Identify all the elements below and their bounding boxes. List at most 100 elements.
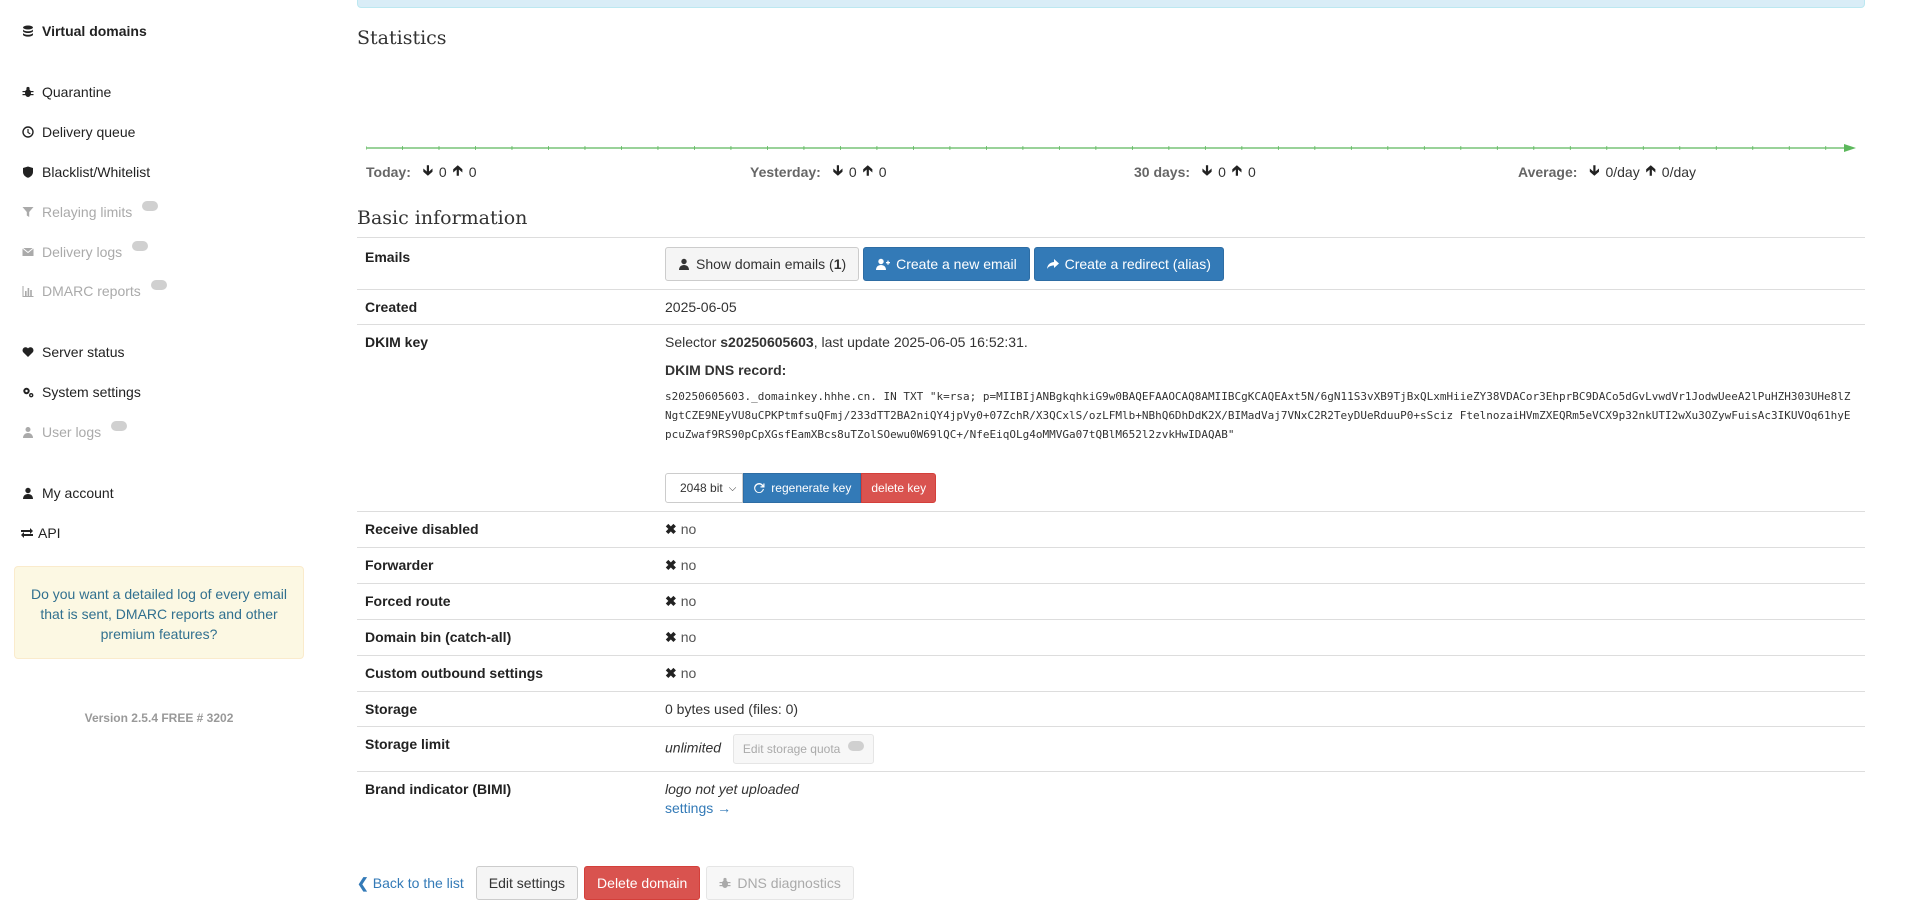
stat-average: Average: 🡳 0/day 🡱 0/day [1518, 160, 1696, 184]
stat-in: 0 [1218, 164, 1226, 180]
sidebar-item-label: API [38, 525, 61, 541]
row-value: ✖ no [657, 619, 1865, 656]
premium-promo[interactable]: Do you want a detailed log of every emai… [14, 566, 304, 659]
row-value: logo not yet uploaded settings → [657, 771, 1865, 825]
sidebar-item-blacklist-whitelist[interactable]: Blacklist/Whitelist [22, 164, 150, 180]
delete-domain-button[interactable]: Delete domain [584, 866, 701, 900]
button-label: Delete domain [597, 875, 688, 891]
sidebar-item-user-logs[interactable]: User logs [22, 421, 128, 440]
button-label: DNS diagnostics [737, 875, 841, 891]
heartbeat-icon [22, 346, 34, 358]
user-secret-icon [22, 426, 34, 438]
sidebar-item-label: Delivery logs [42, 244, 123, 260]
sidebar-item-server-status[interactable]: Server status [22, 344, 124, 360]
row-label: Storage [357, 691, 657, 727]
row-label: Forwarder [357, 547, 657, 584]
basic-info-title: Basic information [357, 207, 528, 229]
no-text: no [680, 629, 697, 645]
email-count: 1 [833, 256, 842, 272]
back-to-list-link[interactable]: ❮ Back to the list [357, 875, 464, 892]
key-size-value: 2048 bit [680, 481, 723, 495]
bimi-settings-link[interactable]: settings → [665, 800, 731, 816]
no-text: no [680, 521, 697, 537]
sidebar-item-api[interactable]: API [20, 525, 61, 541]
stat-label: Average: [1518, 164, 1578, 180]
sidebar-item-my-account[interactable]: My account [22, 485, 114, 501]
database-icon [22, 25, 34, 37]
no-text: no [680, 665, 697, 681]
clock-icon [22, 126, 34, 138]
dns-diagnostics-button[interactable]: DNS diagnostics [706, 866, 854, 900]
arrow-up-icon: 🡱 [452, 162, 463, 178]
dkim-dns-record: s20250605603._domainkey.hhhe.cn. IN TXT … [665, 390, 1851, 441]
table-row: DKIM key Selector s20250605603, last upd… [357, 324, 1865, 512]
exchange-icon [20, 527, 34, 539]
dkim-dns-record-label: DKIM DNS record: [665, 362, 787, 378]
sidebar-item-label: User logs [42, 424, 102, 440]
sidebar-item-label: Server status [42, 344, 125, 360]
create-email-button[interactable]: Create a new email [863, 247, 1030, 281]
user-icon [22, 487, 34, 499]
delete-key-button[interactable]: delete key [861, 473, 937, 503]
stat-label: Today: [366, 164, 411, 180]
comment-icon [142, 201, 159, 211]
selector-prefix: Selector [665, 334, 721, 350]
envelope-icon [22, 246, 34, 258]
sidebar-item-quarantine[interactable]: Quarantine [22, 84, 111, 100]
sidebar-item-label: Virtual domains [42, 23, 147, 39]
row-value: ✖ no [657, 511, 1865, 548]
close-icon: ✖ [665, 557, 677, 573]
refresh-icon [754, 483, 765, 493]
sidebar-item-label: System settings [42, 384, 141, 400]
row-label: Emails [357, 237, 657, 290]
stat-out: 0 [1247, 164, 1256, 180]
sidebar-item-delivery-queue[interactable]: Delivery queue [22, 124, 135, 140]
stat-in: 0/day [1605, 164, 1640, 180]
row-value: Show domain emails (1) Create a new emai… [657, 237, 1865, 290]
sidebar-item-virtual-domains[interactable]: Virtual domains [22, 23, 147, 39]
sidebar-item-system-settings[interactable]: System settings [22, 384, 141, 400]
button-label: Create a new email [896, 256, 1017, 272]
statistics-chart [366, 144, 1856, 152]
stat-out: 0 [468, 164, 477, 180]
arrow-up-icon: 🡱 [1231, 162, 1242, 178]
table-row: Forced route ✖ no [357, 583, 1865, 620]
comment-icon [150, 280, 167, 290]
button-label: delete key [871, 481, 927, 495]
table-row: Forwarder ✖ no [357, 547, 1865, 584]
close-icon: ✖ [665, 521, 677, 537]
row-label: DKIM key [357, 324, 657, 512]
row-label: Forced route [357, 583, 657, 620]
row-value: ✖ no [657, 655, 1865, 692]
show-emails-close: ) [841, 256, 847, 272]
stat-today: Today: 🡳 0 🡱 0 [366, 160, 477, 184]
edit-settings-button[interactable]: Edit settings [475, 866, 579, 900]
storage-limit-value: unlimited [665, 739, 722, 756]
bimi-value: logo not yet uploaded [665, 781, 799, 797]
sidebar-item-delivery-logs[interactable]: Delivery logs [22, 241, 149, 260]
row-value: ✖ no [657, 583, 1865, 620]
stat-out: 0/day [1661, 164, 1697, 180]
chevron-down-icon: ⌵ [728, 482, 737, 494]
comment-icon [132, 241, 149, 251]
arrow-down-icon: 🡳 [1589, 162, 1600, 178]
table-row: Created 2025-06-05 [357, 289, 1865, 325]
row-value: ✖ no [657, 547, 1865, 584]
sidebar-item-relaying-limits[interactable]: Relaying limits [22, 201, 159, 220]
table-row: Receive disabled ✖ no [357, 511, 1865, 548]
key-size-select[interactable]: 2048 bit ⌵ [665, 473, 744, 503]
sidebar-item-dmarc-reports[interactable]: DMARC reports [22, 280, 167, 299]
create-redirect-button[interactable]: Create a redirect (alias) [1033, 247, 1224, 281]
statistics-title: Statistics [357, 27, 447, 49]
table-row: Storage 0 bytes used (files: 0) [357, 691, 1865, 727]
chart-arrow [1844, 144, 1856, 152]
sidebar-item-label: My account [42, 485, 114, 501]
stat-in: 0 [438, 164, 447, 180]
dkim-selector: Selector s20250605603, last update 2025-… [665, 334, 1857, 350]
link-label: Back to the list [372, 875, 464, 891]
show-domain-emails-button[interactable]: Show domain emails (1) [665, 247, 860, 281]
edit-storage-quota-button[interactable]: Edit storage quota [732, 734, 875, 764]
regenerate-key-button[interactable]: regenerate key [743, 473, 862, 503]
sidebar-item-label: Relaying limits [42, 204, 133, 220]
sidebar-item-label: DMARC reports [42, 283, 141, 299]
